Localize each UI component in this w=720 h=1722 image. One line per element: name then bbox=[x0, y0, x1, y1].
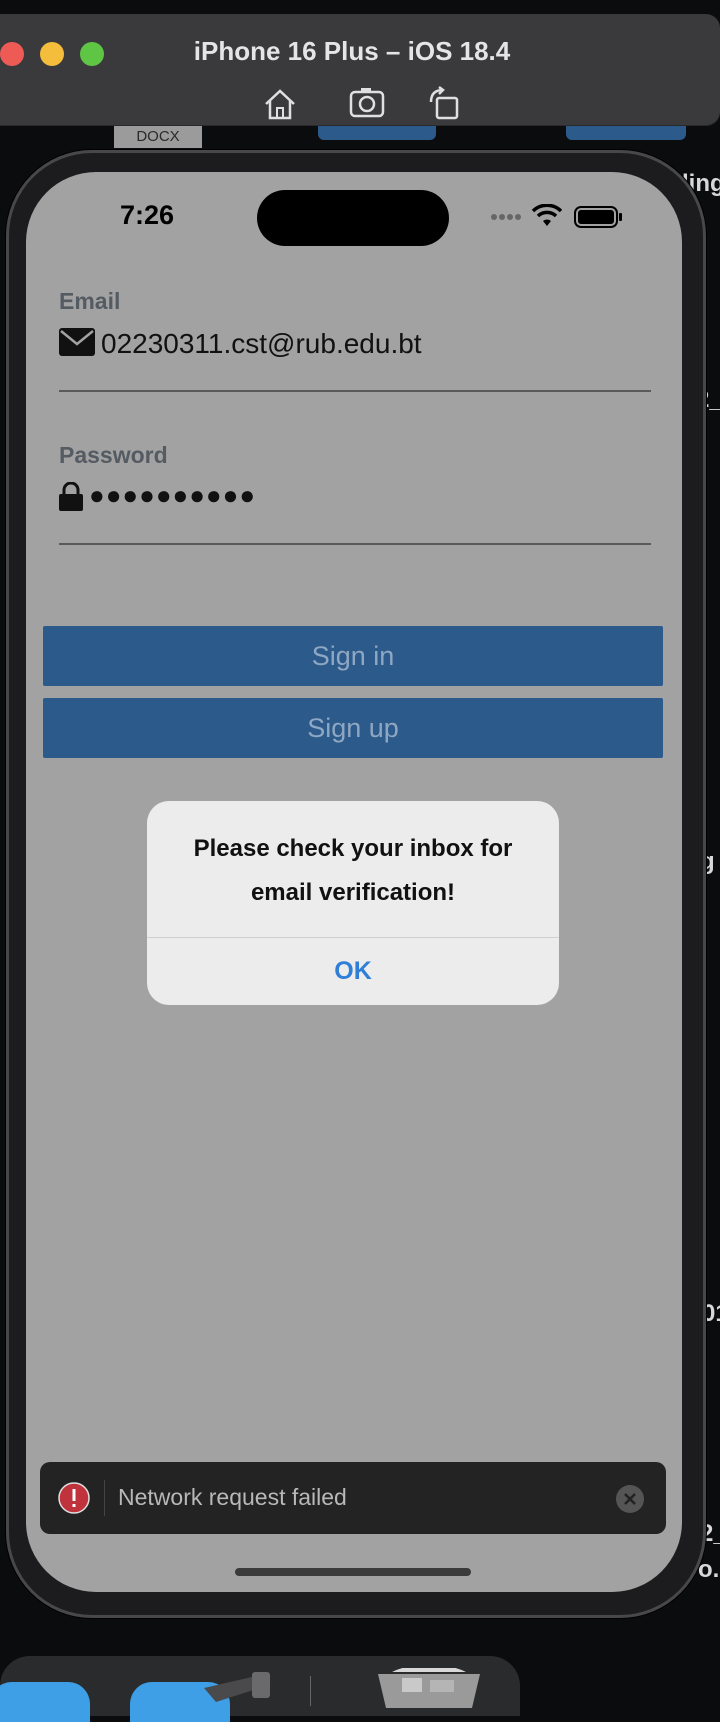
dynamic-island bbox=[257, 190, 449, 246]
toast-message: Network request failed bbox=[118, 1484, 347, 1510]
lock-icon bbox=[59, 481, 83, 517]
error-toast: Network request failed bbox=[40, 1462, 666, 1534]
xcode-hammer-icon[interactable] bbox=[196, 1668, 276, 1708]
alert-ok-button[interactable]: OK bbox=[147, 938, 559, 1005]
password-label: Password bbox=[59, 442, 168, 468]
close-icon[interactable] bbox=[615, 1484, 645, 1514]
dock-app-icon[interactable] bbox=[0, 1682, 90, 1722]
alert-message: Please check your inbox for email verifi… bbox=[167, 827, 539, 915]
home-icon[interactable] bbox=[260, 86, 300, 122]
status-time: 7:26 bbox=[120, 200, 175, 230]
email-label: Email bbox=[59, 288, 121, 314]
wifi-icon bbox=[531, 203, 563, 228]
rotate-icon[interactable] bbox=[425, 86, 465, 122]
screenshot-icon[interactable] bbox=[347, 86, 387, 122]
envelope-icon bbox=[59, 328, 95, 361]
phone-screen: 7:26 Email 02230311.cst@rub.edu.bt Passw… bbox=[26, 172, 682, 1592]
sign-up-button[interactable]: Sign up bbox=[43, 698, 663, 758]
password-field[interactable]: ●●●●●●●●●● bbox=[59, 474, 651, 526]
battery-icon bbox=[574, 206, 624, 228]
trash-icon[interactable] bbox=[372, 1664, 486, 1708]
alert-message-line: Please check your inbox for bbox=[193, 835, 513, 862]
error-icon bbox=[58, 1482, 90, 1514]
signal-icon bbox=[490, 208, 524, 220]
password-underline bbox=[59, 543, 651, 545]
background-tab bbox=[566, 126, 686, 140]
alert-message-line: email verification! bbox=[250, 879, 456, 906]
home-indicator bbox=[235, 1568, 471, 1576]
background-tab bbox=[318, 126, 436, 140]
simulator-titlebar: iPhone 16 Plus – iOS 18.4 bbox=[0, 14, 720, 126]
email-field[interactable]: 02230311.cst@rub.edu.bt bbox=[59, 320, 651, 372]
sign-in-button[interactable]: Sign in bbox=[43, 626, 663, 686]
background-text: o.p bbox=[698, 1556, 720, 1583]
verification-alert: Please check your inbox for email verifi… bbox=[147, 801, 559, 1005]
password-input[interactable]: ●●●●●●●●●● bbox=[89, 480, 256, 511]
toast-separator bbox=[104, 1480, 105, 1516]
simulator-title: iPhone 16 Plus – iOS 18.4 bbox=[193, 36, 511, 66]
background-docx-label: DOCX bbox=[114, 126, 202, 148]
dock-divider bbox=[310, 1676, 311, 1706]
email-input[interactable]: 02230311.cst@rub.edu.bt bbox=[101, 328, 422, 360]
email-underline bbox=[59, 390, 651, 392]
